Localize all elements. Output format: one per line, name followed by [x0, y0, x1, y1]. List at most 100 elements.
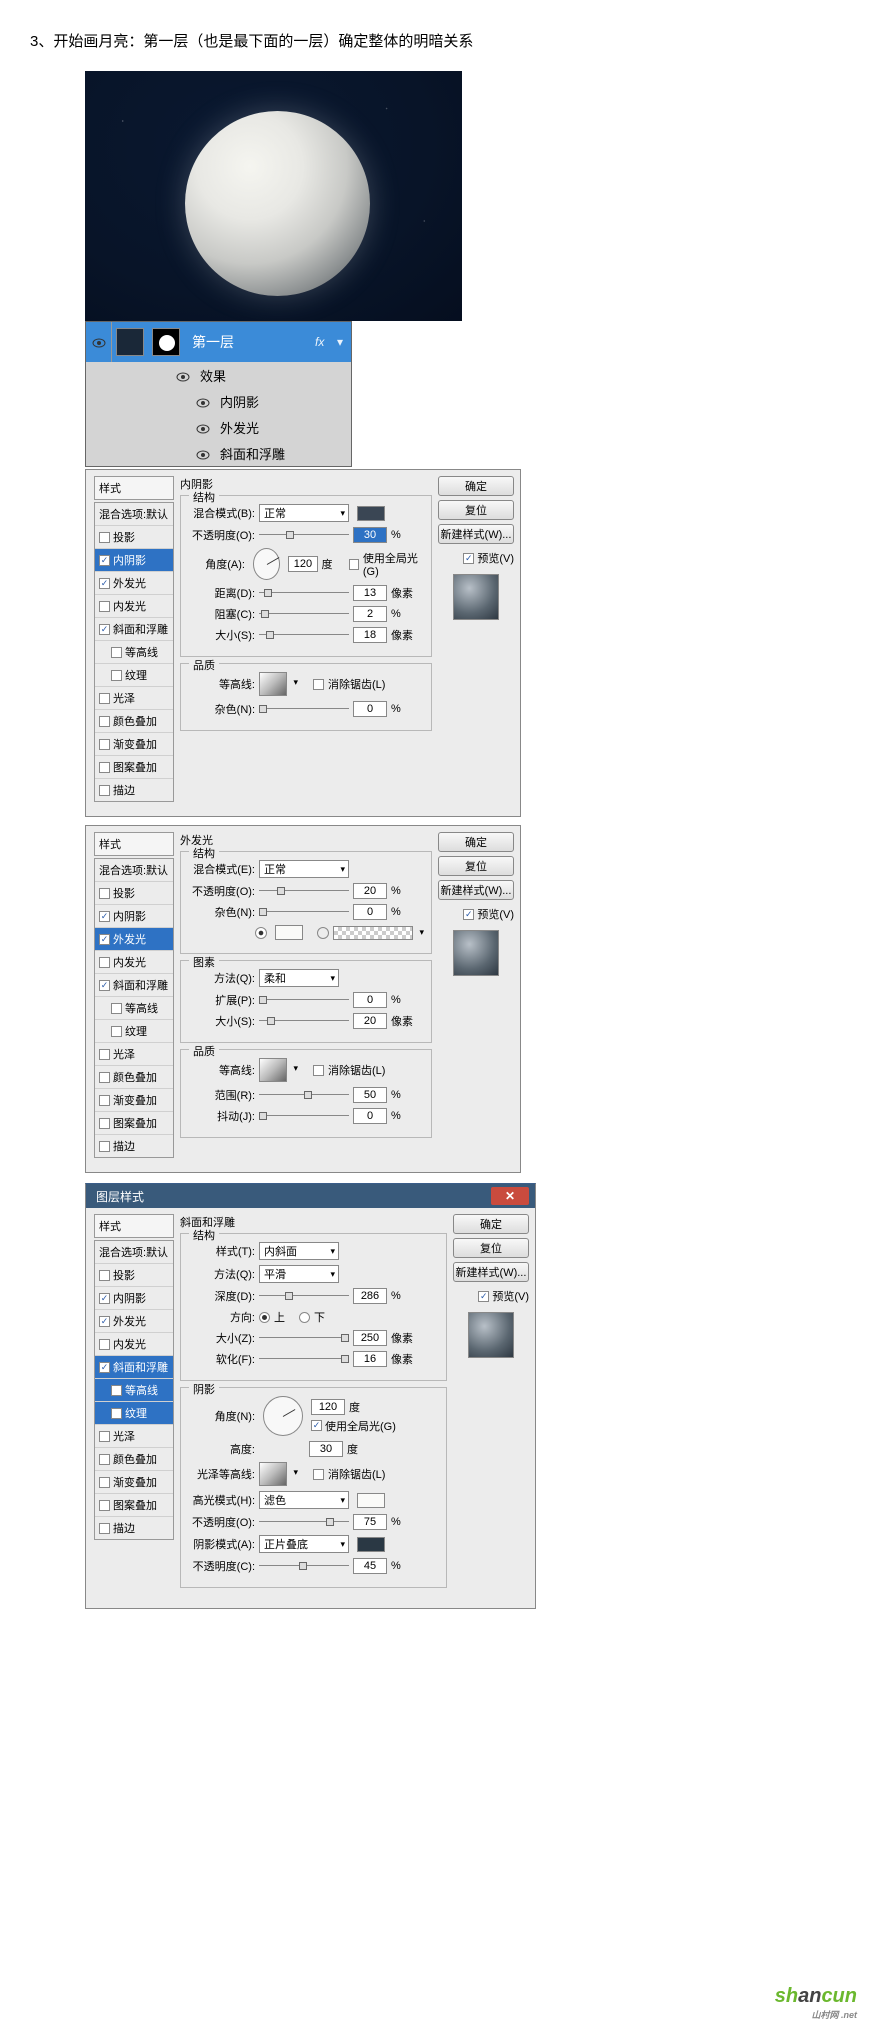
- gloss-contour-picker[interactable]: [259, 1462, 287, 1486]
- style-item-texture[interactable]: 纹理: [95, 664, 173, 687]
- style-item-bevel[interactable]: 斜面和浮雕: [95, 974, 173, 997]
- spread-input[interactable]: 0: [353, 992, 387, 1008]
- style-item-inner-shadow[interactable]: 内阴影: [95, 1287, 173, 1310]
- new-style-button[interactable]: 新建样式(W)...: [453, 1262, 529, 1282]
- visibility-eye-icon[interactable]: [176, 370, 190, 380]
- style-item-color-overlay[interactable]: 颜色叠加: [95, 1066, 173, 1089]
- effect-row[interactable]: 外发光: [86, 414, 351, 440]
- highlight-mode-dropdown[interactable]: 滤色: [259, 1491, 349, 1509]
- angle-input[interactable]: 120: [311, 1399, 345, 1415]
- style-item-outer-glow[interactable]: 外发光: [95, 928, 173, 951]
- checkbox-icon[interactable]: [99, 1270, 110, 1281]
- checkbox-icon[interactable]: [99, 1523, 110, 1534]
- preview-checkbox[interactable]: [478, 1291, 489, 1302]
- checkbox-checked-icon[interactable]: [99, 578, 110, 589]
- checkbox-icon[interactable]: [99, 1454, 110, 1465]
- noise-input[interactable]: 0: [353, 701, 387, 717]
- technique-dropdown[interactable]: 平滑: [259, 1265, 339, 1283]
- layer-thumbnail[interactable]: [116, 328, 144, 356]
- dialog-title-bar[interactable]: 图层样式 ✕: [86, 1184, 535, 1208]
- style-item-inner-glow[interactable]: 内发光: [95, 595, 173, 618]
- checkbox-checked-icon[interactable]: [99, 1362, 110, 1373]
- angle-dial[interactable]: [263, 1396, 303, 1436]
- blend-mode-dropdown[interactable]: 正常: [259, 860, 349, 878]
- range-slider[interactable]: [259, 1090, 349, 1100]
- checkbox-icon[interactable]: [111, 647, 122, 658]
- style-item-outer-glow[interactable]: 外发光: [95, 572, 173, 595]
- color-swatch[interactable]: [357, 506, 385, 521]
- style-item-drop-shadow[interactable]: 投影: [95, 526, 173, 549]
- size-slider[interactable]: [259, 630, 349, 640]
- style-item-inner-shadow[interactable]: 内阴影: [95, 905, 173, 928]
- checkbox-icon[interactable]: [99, 1141, 110, 1152]
- distance-slider[interactable]: [259, 588, 349, 598]
- shadow-color-swatch[interactable]: [357, 1537, 385, 1552]
- checkbox-checked-icon[interactable]: [99, 1293, 110, 1304]
- anti-alias-checkbox[interactable]: [313, 1065, 324, 1076]
- style-item-blend-options[interactable]: 混合选项:默认: [95, 503, 173, 526]
- style-item-pattern-overlay[interactable]: 图案叠加: [95, 756, 173, 779]
- cancel-button[interactable]: 复位: [438, 500, 514, 520]
- soften-input[interactable]: 16: [353, 1351, 387, 1367]
- visibility-eye-icon[interactable]: [196, 422, 210, 432]
- checkbox-checked-icon[interactable]: [99, 555, 110, 566]
- new-style-button[interactable]: 新建样式(W)...: [438, 880, 514, 900]
- checkbox-checked-icon[interactable]: [99, 934, 110, 945]
- style-item-inner-glow[interactable]: 内发光: [95, 951, 173, 974]
- cancel-button[interactable]: 复位: [453, 1238, 529, 1258]
- bevel-style-dropdown[interactable]: 内斜面: [259, 1242, 339, 1260]
- style-item-stroke[interactable]: 描边: [95, 779, 173, 801]
- checkbox-checked-icon[interactable]: [99, 1316, 110, 1327]
- contour-picker[interactable]: [259, 672, 287, 696]
- gradient-picker[interactable]: [333, 926, 413, 940]
- effect-row[interactable]: 内阴影: [86, 388, 351, 414]
- visibility-eye-icon[interactable]: [196, 396, 210, 406]
- preview-checkbox[interactable]: [463, 553, 474, 564]
- ok-button[interactable]: 确定: [438, 832, 514, 852]
- checkbox-icon[interactable]: [99, 957, 110, 968]
- checkbox-checked-icon[interactable]: [99, 911, 110, 922]
- shadow-mode-dropdown[interactable]: 正片叠底: [259, 1535, 349, 1553]
- style-item-pattern-overlay[interactable]: 图案叠加: [95, 1494, 173, 1517]
- style-item-blend-options[interactable]: 混合选项:默认: [95, 859, 173, 882]
- anti-alias-checkbox[interactable]: [313, 679, 324, 690]
- ok-button[interactable]: 确定: [438, 476, 514, 496]
- style-item-contour[interactable]: 等高线: [95, 1379, 173, 1402]
- checkbox-icon[interactable]: [99, 1500, 110, 1511]
- opacity-slider[interactable]: [259, 886, 349, 896]
- style-item-color-overlay[interactable]: 颜色叠加: [95, 1448, 173, 1471]
- fx-badge-icon[interactable]: fx: [315, 335, 337, 349]
- size-slider[interactable]: [259, 1016, 349, 1026]
- chevron-down-icon[interactable]: ▾: [337, 335, 351, 349]
- style-item-texture[interactable]: 纹理: [95, 1020, 173, 1043]
- style-item-inner-glow[interactable]: 内发光: [95, 1333, 173, 1356]
- checkbox-icon[interactable]: [99, 1095, 110, 1106]
- soften-slider[interactable]: [259, 1354, 349, 1364]
- style-item-stroke[interactable]: 描边: [95, 1517, 173, 1539]
- checkbox-icon[interactable]: [99, 785, 110, 796]
- style-item-satin[interactable]: 光泽: [95, 687, 173, 710]
- checkbox-checked-icon[interactable]: [99, 980, 110, 991]
- style-item-drop-shadow[interactable]: 投影: [95, 1264, 173, 1287]
- style-item-blend-options[interactable]: 混合选项:默认: [95, 1241, 173, 1264]
- choke-input[interactable]: 2: [353, 606, 387, 622]
- style-item-texture[interactable]: 纹理: [95, 1402, 173, 1425]
- global-light-checkbox[interactable]: [349, 559, 359, 570]
- checkbox-icon[interactable]: [111, 1408, 122, 1419]
- angle-dial[interactable]: [253, 548, 280, 580]
- visibility-eye-icon[interactable]: [92, 337, 106, 347]
- jitter-slider[interactable]: [259, 1111, 349, 1121]
- global-light-checkbox[interactable]: [311, 1420, 322, 1431]
- layer-mask-thumbnail[interactable]: [152, 328, 180, 356]
- opacity-input[interactable]: 20: [353, 883, 387, 899]
- cancel-button[interactable]: 复位: [438, 856, 514, 876]
- size-slider[interactable]: [259, 1333, 349, 1343]
- gradient-radio[interactable]: [317, 927, 329, 939]
- checkbox-icon[interactable]: [111, 1003, 122, 1014]
- style-item-stroke[interactable]: 描边: [95, 1135, 173, 1157]
- direction-down-radio[interactable]: [299, 1312, 310, 1323]
- direction-up-radio[interactable]: [259, 1312, 270, 1323]
- preview-checkbox[interactable]: [463, 909, 474, 920]
- checkbox-icon[interactable]: [99, 601, 110, 612]
- style-item-gradient-overlay[interactable]: 渐变叠加: [95, 1089, 173, 1112]
